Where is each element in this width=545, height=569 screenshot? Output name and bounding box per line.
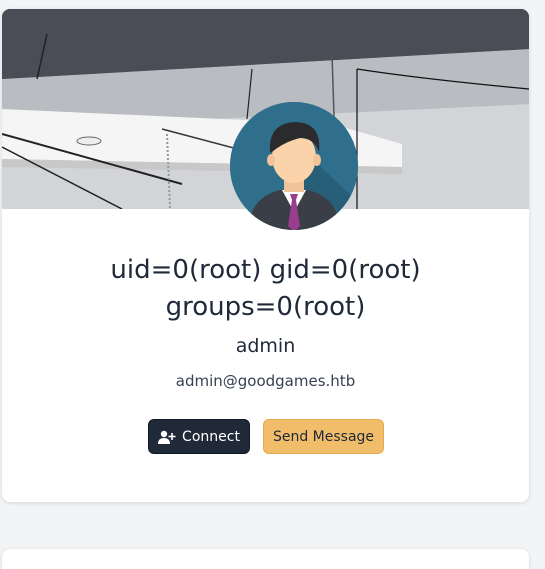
profile-card: uid=0(root) gid=0(root) groups=0(root) a… [2, 9, 529, 502]
user-plus-icon [158, 430, 176, 444]
connect-button-label: Connect [182, 428, 240, 445]
next-card [2, 549, 529, 569]
send-message-button-label: Send Message [272, 428, 375, 445]
profile-email: admin@goodgames.htb [175, 372, 356, 390]
connect-button[interactable]: Connect [148, 419, 250, 454]
profile-username: admin [235, 335, 296, 357]
profile-title: uid=0(root) gid=0(root) groups=0(root) [2, 252, 529, 326]
page-scrollbar[interactable] [535, 0, 545, 559]
avatar [230, 102, 358, 230]
avatar-man-icon [230, 102, 358, 230]
profile-title-line-1: uid=0(root) gid=0(root) [110, 255, 421, 285]
send-message-button[interactable]: Send Message [263, 419, 384, 454]
profile-title-line-2: groups=0(root) [165, 292, 366, 322]
